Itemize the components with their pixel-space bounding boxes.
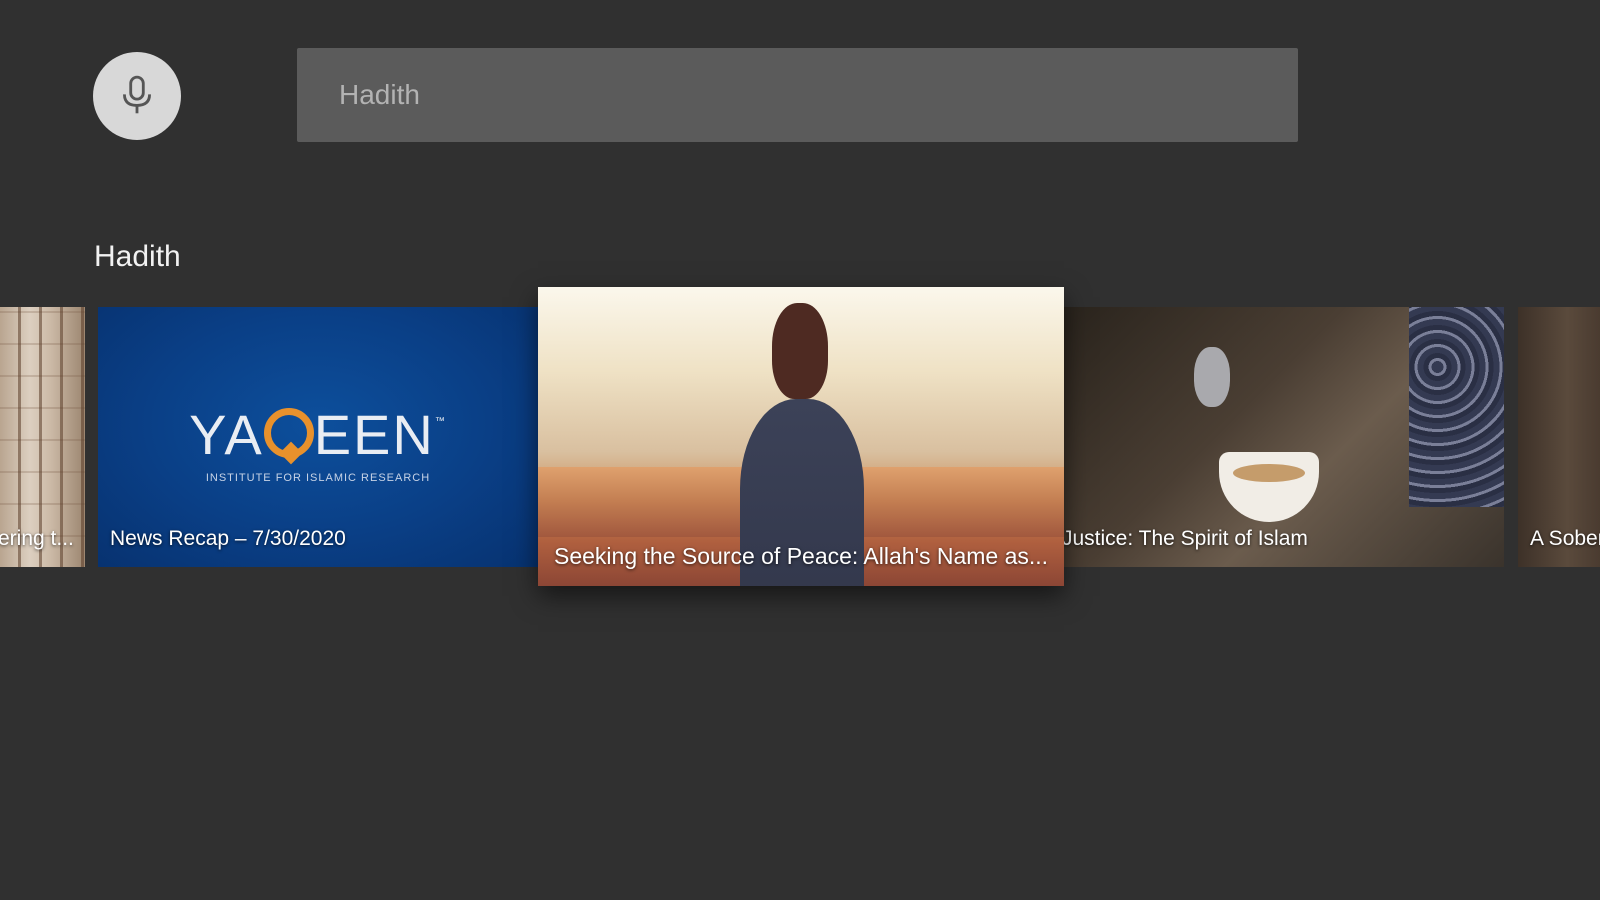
card-title: ering t...	[0, 527, 74, 550]
video-card-partial-left[interactable]: ering t...	[0, 307, 85, 567]
video-card-partial-right[interactable]: A Sober	[1518, 307, 1600, 567]
person-silhouette	[772, 303, 828, 399]
yaqeen-subtitle: INSTITUTE FOR ISLAMIC RESEARCH	[205, 472, 431, 484]
yaqeen-q-icon	[263, 408, 314, 458]
card-title: Justice: The Spirit of Islam	[1064, 527, 1308, 550]
microphone-icon	[123, 75, 151, 114]
yaqeen-logo: YA EEN™	[189, 403, 447, 466]
search-input[interactable]	[337, 78, 1298, 112]
video-card-justice[interactable]: Justice: The Spirit of Islam	[1064, 307, 1504, 567]
row-title: Hadith	[94, 240, 181, 273]
card-title: Seeking the Source of Peace: Allah's Nam…	[554, 543, 1049, 569]
search-bar[interactable]	[297, 48, 1298, 142]
card-thumbnail	[1409, 307, 1504, 507]
card-title: A Sober	[1530, 527, 1600, 550]
voice-search-button[interactable]	[93, 52, 181, 140]
video-card-news-recap[interactable]: YA EEN™ INSTITUTE FOR ISLAMIC RESEARCH Ne…	[98, 307, 538, 567]
card-title: News Recap – 7/30/2020	[110, 527, 346, 550]
video-card-seeking-peace-focused[interactable]: Seeking the Source of Peace: Allah's Nam…	[538, 287, 1064, 586]
